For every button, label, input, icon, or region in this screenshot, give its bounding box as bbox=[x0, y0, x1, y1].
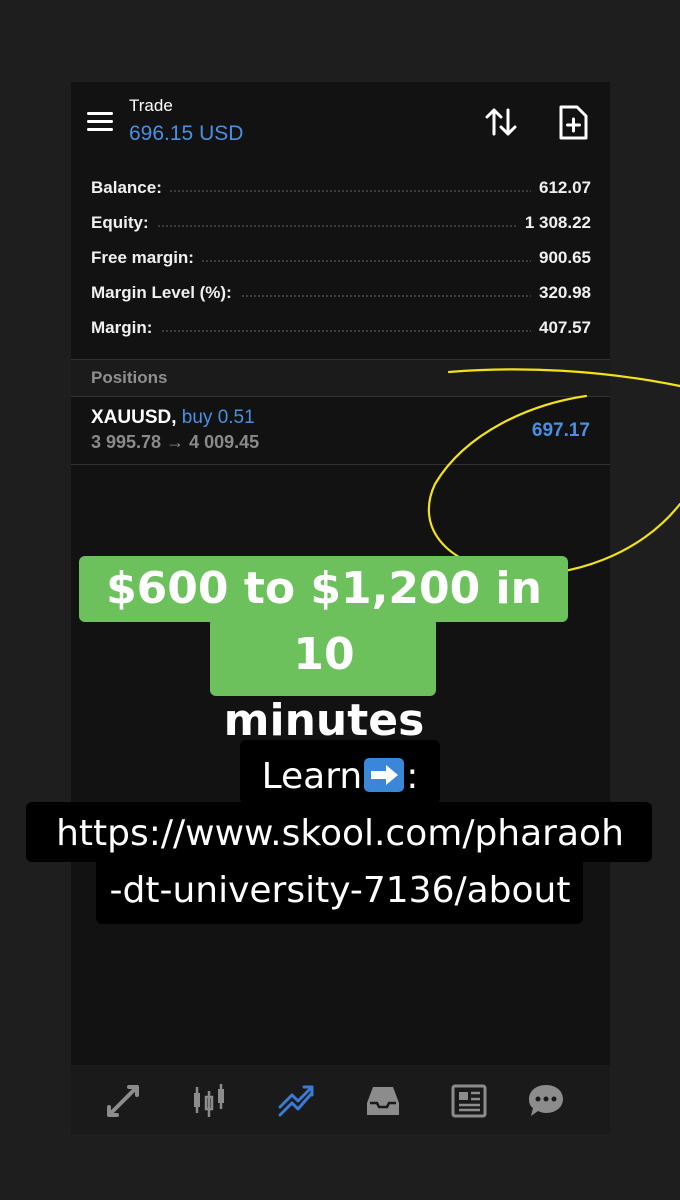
position-type: buy 0.51 bbox=[181, 407, 255, 428]
history-icon[interactable] bbox=[363, 1081, 403, 1121]
learn-text: Learn: https://www.skool.com/pharaoh -dt… bbox=[20, 748, 660, 919]
position-symbol: XAUUSD, bbox=[91, 407, 177, 428]
news-icon[interactable] bbox=[449, 1081, 489, 1121]
learn-colon: : bbox=[406, 756, 419, 797]
url-line[interactable]: -dt-university-7136/about bbox=[20, 862, 660, 919]
trade-icon[interactable] bbox=[276, 1081, 316, 1121]
positions-header: Positions bbox=[71, 360, 610, 396]
equity-value: 1 308.22 bbox=[516, 213, 591, 233]
learn-label: Learn bbox=[261, 756, 363, 797]
menu-icon[interactable] bbox=[87, 112, 113, 132]
account-profit: 696.15 USD bbox=[129, 122, 244, 145]
bottom-navigation bbox=[71, 1065, 610, 1134]
sort-arrows-icon[interactable] bbox=[483, 104, 519, 140]
margin-level-row: Margin Level (%): 320.98 bbox=[91, 283, 591, 318]
margin-level-value: 320.98 bbox=[531, 283, 591, 303]
chat-icon[interactable] bbox=[526, 1081, 566, 1121]
margin-label: Margin: bbox=[91, 318, 161, 338]
screen-title: Trade bbox=[129, 96, 173, 115]
balance-row: Balance: 612.07 bbox=[91, 178, 591, 213]
right-arrow-icon bbox=[364, 758, 405, 792]
margin-level-label: Margin Level (%): bbox=[91, 283, 240, 303]
position-profit: 697.17 bbox=[531, 420, 590, 441]
free-margin-value: 900.65 bbox=[531, 248, 591, 268]
position-symbol-line: XAUUSD, buy 0.51 bbox=[91, 407, 255, 429]
positions-header-label: Positions bbox=[91, 368, 168, 387]
quotes-icon[interactable] bbox=[103, 1081, 143, 1121]
free-margin-label: Free margin: bbox=[91, 248, 202, 268]
url-line[interactable]: https://www.skool.com/pharaoh bbox=[20, 805, 660, 862]
headline-line: $600 to $1,200 in 10 bbox=[106, 563, 542, 680]
balance-value: 612.07 bbox=[531, 178, 591, 198]
free-margin-row: Free margin: 900.65 bbox=[91, 248, 591, 283]
margin-row: Margin: 407.57 bbox=[91, 318, 591, 353]
headline-text: $600 to $1,200 in 10 minutes bbox=[78, 556, 570, 754]
equity-label: Equity: bbox=[91, 213, 157, 233]
new-order-icon[interactable] bbox=[557, 104, 589, 142]
account-summary: Balance: 612.07 Equity: 1 308.22 Free ma… bbox=[91, 178, 591, 353]
balance-label: Balance: bbox=[91, 178, 170, 198]
margin-value: 407.57 bbox=[531, 318, 591, 338]
divider bbox=[71, 464, 610, 465]
position-row[interactable]: XAUUSD, buy 0.51 3 995.78 → 4 009.45 697… bbox=[71, 397, 610, 465]
equity-row: Equity: 1 308.22 bbox=[91, 213, 591, 248]
learn-line: Learn: bbox=[20, 748, 660, 805]
position-prices: 3 995.78 → 4 009.45 bbox=[91, 432, 260, 452]
chart-icon[interactable] bbox=[189, 1081, 229, 1121]
